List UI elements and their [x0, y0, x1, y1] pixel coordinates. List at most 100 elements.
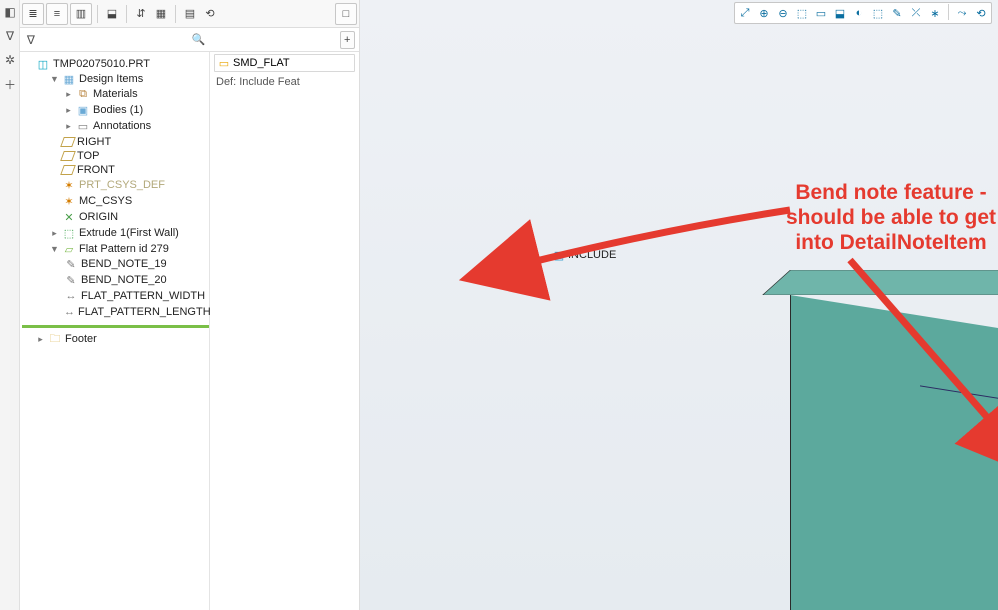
- flat-pattern-length[interactable]: ↔FLAT_PATTERN_LENGTH: [64, 305, 209, 319]
- script-icon[interactable]: ⟲: [201, 3, 219, 25]
- csys-icon: ✶: [62, 178, 76, 192]
- edit-icon[interactable]: ✎: [888, 4, 906, 22]
- table-icon[interactable]: ▤: [181, 3, 199, 25]
- flat-pattern-label: Flat Pattern id 279: [79, 243, 169, 255]
- expand-icon[interactable]: ▸: [50, 228, 59, 239]
- zoom-all-icon[interactable]: ⤢: [736, 4, 754, 22]
- collapse-icon[interactable]: ▼: [50, 74, 59, 84]
- plane-top[interactable]: TOP: [50, 150, 209, 162]
- plane-top-label: TOP: [77, 150, 99, 162]
- box-icon[interactable]: ▭: [812, 4, 830, 22]
- origin-icon: ✕: [62, 210, 76, 224]
- fit-icon[interactable]: ⬚: [793, 4, 811, 22]
- design-items-node[interactable]: ▼ ▦ Design Items: [50, 72, 209, 86]
- annotation-line1: Bend note feature -: [795, 181, 986, 204]
- state-selector[interactable]: ▭ SMD_FLAT: [214, 54, 355, 72]
- annotation-line3: into DetailNoteItem: [795, 231, 986, 254]
- folder-icon: 🗀: [48, 332, 62, 346]
- materials-node[interactable]: ▸ ⧉ Materials: [64, 87, 209, 101]
- filter-icon[interactable]: ⇵: [132, 3, 150, 25]
- materials-label: Materials: [93, 88, 138, 100]
- origin-node[interactable]: ✕ORIGIN: [50, 210, 209, 224]
- extrude-label: Extrude 1(First Wall): [79, 227, 179, 239]
- expand-icon[interactable]: ▸: [36, 334, 45, 345]
- design-items-label: Design Items: [79, 73, 143, 85]
- expand-icon[interactable]: ▸: [64, 89, 73, 100]
- tree-root-label: TMP02075010.PRT: [53, 58, 150, 70]
- model-top-face: [762, 270, 998, 295]
- zoom-out-icon[interactable]: ⊖: [774, 4, 792, 22]
- persp-icon[interactable]: ⬓: [831, 4, 849, 22]
- search-icon[interactable]: 🔍: [192, 33, 206, 46]
- plane-right[interactable]: RIGHT: [50, 136, 209, 148]
- part-icon[interactable]: ◧: [2, 4, 18, 20]
- state-icon: ▭: [217, 56, 231, 70]
- csys2-icon[interactable]: ⤫: [907, 4, 925, 22]
- extrude-node[interactable]: ▸⬚Extrude 1(First Wall): [50, 226, 209, 240]
- expand-icon[interactable]: ▸: [64, 121, 73, 132]
- zoom-in-icon[interactable]: ⊕: [755, 4, 773, 22]
- funnel-icon[interactable]: ∇: [24, 32, 38, 48]
- include-icon: ▣: [552, 248, 566, 262]
- final-icon[interactable]: ⟲: [972, 4, 990, 22]
- collapse-icon[interactable]: ▼: [50, 244, 59, 254]
- panel-icon[interactable]: □: [335, 3, 357, 25]
- bodies-node[interactable]: ▸ ▣ Bodies (1): [64, 103, 209, 117]
- flat-pattern-node[interactable]: ▼▱Flat Pattern id 279: [50, 242, 209, 256]
- expand-icon[interactable]: ▸: [64, 105, 73, 116]
- refresh-icon[interactable]: ✲: [2, 52, 18, 68]
- list-icon[interactable]: ≡: [46, 3, 68, 25]
- smd-label: SMD_FLAT: [233, 57, 290, 69]
- plane-icon: [60, 165, 76, 175]
- tree-column: ◫ TMP02075010.PRT ▼ ▦ Design Items: [20, 52, 210, 610]
- separator: [948, 4, 949, 20]
- app-root: ◧ ∇ ✲ ＋ ≣ ≡ ▥ ⬓ ⇵ ▦ ▤ ⟲ □ ∇ 🔍 +: [0, 0, 998, 610]
- footer-label: Footer: [65, 333, 97, 345]
- add-icon[interactable]: ＋: [2, 76, 18, 92]
- dim-icon: ↔: [64, 289, 78, 303]
- ann-icon[interactable]: ∗: [926, 4, 944, 22]
- extrude-icon: ⬚: [62, 226, 76, 240]
- plus-button[interactable]: +: [340, 31, 355, 49]
- bodies-label: Bodies (1): [93, 104, 143, 116]
- grid-icon[interactable]: ▦: [152, 3, 170, 25]
- plane-front[interactable]: FRONT: [50, 164, 209, 176]
- footer-node[interactable]: ▸🗀Footer: [36, 332, 209, 346]
- viewport[interactable]: ⤢ ⊕ ⊖ ⬚ ▭ ⬓ ◐ ⬚ ✎ ⤫ ∗ ⤳ ⟲ -90,00° -90,00…: [360, 0, 998, 610]
- csys-icon: ✶: [62, 194, 76, 208]
- model-front-face[interactable]: [790, 295, 998, 610]
- cols-icon[interactable]: ▥: [70, 3, 92, 25]
- model-tree[interactable]: ◫ TMP02075010.PRT ▼ ▦ Design Items: [20, 52, 209, 351]
- shade-icon[interactable]: ◐: [850, 4, 868, 22]
- tree-root[interactable]: ◫ TMP02075010.PRT: [36, 57, 209, 71]
- rows-icon[interactable]: ≣: [22, 3, 44, 25]
- mc-csys-node[interactable]: ✶MC_CSYS: [50, 194, 209, 208]
- include-badge: ▣ INCLUDE: [552, 248, 616, 262]
- filter2-icon[interactable]: ∇: [2, 28, 18, 44]
- annotations-icon: ▭: [76, 119, 90, 133]
- materials-icon: ⧉: [76, 87, 90, 101]
- csys-node[interactable]: ✶PRT_CSYS_DEF: [50, 178, 209, 192]
- model-icon: ◫: [36, 57, 50, 71]
- bend-note-19[interactable]: ✎BEND_NOTE_19: [64, 257, 209, 271]
- side-panel: ≣ ≡ ▥ ⬓ ⇵ ▦ ▤ ⟲ □ ∇ 🔍 +: [20, 0, 360, 610]
- wire-icon[interactable]: ⬚: [869, 4, 887, 22]
- bend-note-19-label: BEND_NOTE_19: [81, 258, 167, 270]
- flat-pattern-width[interactable]: ↔FLAT_PATTERN_WIDTH: [64, 289, 209, 303]
- filter-input[interactable]: [42, 33, 188, 47]
- include-label: INCLUDE: [568, 249, 616, 261]
- tree-icon[interactable]: ⬓: [103, 3, 121, 25]
- separator: [175, 5, 176, 23]
- annotation-line2: should be able to get: [786, 206, 996, 229]
- note-icon: ✎: [64, 273, 78, 287]
- mc-csys-label: MC_CSYS: [79, 195, 132, 207]
- bend-note-20[interactable]: ✎BEND_NOTE_20: [64, 273, 209, 287]
- more-icon[interactable]: ⤳: [953, 4, 971, 22]
- design-icon: ▦: [62, 72, 76, 86]
- annotations-node[interactable]: ▸ ▭ Annotations: [64, 119, 209, 133]
- flat-pattern-icon: ▱: [62, 242, 76, 256]
- csys-label: PRT_CSYS_DEF: [79, 179, 165, 191]
- note-icon: ✎: [64, 257, 78, 271]
- plane-right-label: RIGHT: [77, 136, 111, 148]
- annotations-label: Annotations: [93, 120, 151, 132]
